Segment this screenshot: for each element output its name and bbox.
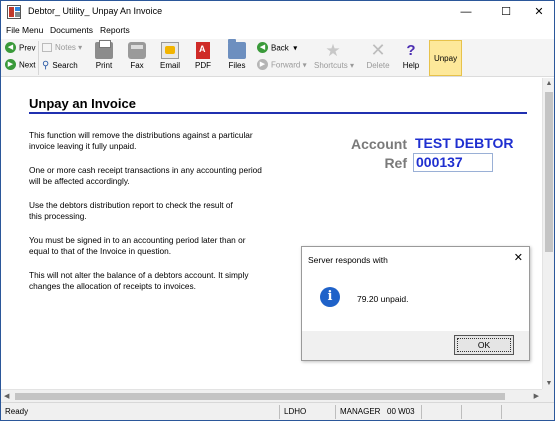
delete-label: Delete — [366, 61, 390, 70]
menu-file[interactable]: File Menu — [6, 25, 43, 35]
menu-reports[interactable]: Reports — [100, 25, 130, 35]
email-label: Email — [159, 61, 180, 70]
status-location: LDHO — [284, 407, 307, 416]
help-label: Help — [402, 61, 420, 70]
app-window: Debtor_ Utility_ Unpay An Invoice — ☐ ✕ … — [0, 0, 555, 421]
email-button[interactable]: Email — [155, 41, 185, 75]
arrow-left-icon: ◀ — [5, 42, 16, 53]
back-label: Back — [271, 43, 289, 53]
shortcuts-label: Shortcuts ▾ — [314, 61, 355, 70]
scroll-down-icon[interactable]: ▼ — [543, 380, 554, 387]
status-divider — [335, 405, 336, 419]
server-response-dialog: Server responds with ✕ i 79.20 unpaid. O… — [301, 246, 530, 361]
page-title: Unpay an Invoice — [29, 96, 136, 111]
ok-button[interactable]: OK — [454, 335, 514, 355]
status-divider — [501, 405, 502, 419]
print-label: Print — [95, 61, 113, 70]
close-button[interactable]: ✕ — [522, 1, 554, 23]
paragraph-3: Use the debtors distribution report to c… — [29, 200, 233, 221]
fax-button[interactable]: Fax — [122, 41, 152, 75]
horizontal-scroll-thumb[interactable] — [15, 393, 505, 400]
app-icon[interactable] — [7, 5, 21, 19]
account-field[interactable]: TEST DEBTOR — [413, 135, 526, 153]
delete-button[interactable]: ✕ Delete — [363, 41, 393, 75]
dialog-footer: OK — [302, 331, 529, 360]
notes-button[interactable]: Notes ▾ — [42, 43, 82, 57]
files-button[interactable]: Files — [222, 39, 252, 75]
paragraph-4: You must be signed in to an accounting p… — [29, 235, 246, 256]
arrow-right-icon: ▶ — [5, 59, 16, 70]
minimize-button[interactable]: — — [449, 1, 483, 23]
prev-button[interactable]: ◀ Prev — [5, 42, 36, 57]
star-icon: ★ — [325, 41, 341, 60]
ref-field[interactable]: 000137 — [413, 153, 493, 172]
prev-label: Prev — [19, 43, 36, 53]
notes-icon — [42, 43, 52, 53]
paragraph-2: One or more cash receipt transactions in… — [29, 165, 262, 186]
title-underline — [29, 112, 527, 114]
status-divider — [421, 405, 422, 419]
vertical-scrollbar[interactable]: ▲ ▼ — [542, 78, 554, 389]
dialog-close-button[interactable]: ✕ — [514, 251, 523, 264]
notes-label: Notes — [55, 43, 76, 52]
search-button[interactable]: ⚲ Search — [42, 60, 78, 74]
files-label: Files — [228, 61, 246, 70]
dialog-title: Server responds with — [308, 255, 388, 265]
status-divider — [279, 405, 280, 419]
pdf-button[interactable]: PDF — [188, 41, 218, 75]
search-label: Search — [52, 61, 78, 70]
ref-label: Ref — [384, 155, 407, 171]
next-button[interactable]: ▶ Next — [5, 59, 36, 74]
status-divider — [461, 405, 462, 419]
forward-arrow-icon: ▶ — [257, 59, 268, 70]
shortcuts-button[interactable]: ★ Shortcuts ▾ — [314, 41, 355, 75]
help-button[interactable]: ? Help — [396, 41, 426, 75]
status-user: MANAGER — [340, 407, 381, 416]
forward-label: Forward — [271, 60, 301, 70]
fax-label: Fax — [130, 61, 144, 70]
account-label: Account — [351, 136, 407, 152]
search-icon: ⚲ — [42, 60, 50, 71]
delete-icon: ✕ — [370, 40, 386, 60]
back-button[interactable]: ◀ Back ▾ — [257, 42, 297, 57]
dialog-message: 79.20 unpaid. — [357, 294, 409, 304]
horizontal-scrollbar[interactable]: ◀ ▶ — [1, 389, 542, 402]
scroll-up-icon[interactable]: ▲ — [543, 80, 554, 87]
next-label: Next — [19, 60, 36, 70]
paragraph-1: This function will remove the distributi… — [29, 130, 253, 151]
status-bar: Ready LDHO MANAGER 00 W03 — [1, 402, 554, 420]
print-button[interactable]: Print — [89, 40, 119, 75]
paragraph-5: This will not alter the balance of a deb… — [29, 270, 249, 291]
printer-icon — [95, 40, 113, 59]
info-icon: i — [320, 287, 340, 307]
back-arrow-icon: ◀ — [257, 42, 268, 53]
help-icon: ? — [406, 42, 416, 59]
pdf-icon — [196, 42, 210, 59]
pdf-label: PDF — [195, 61, 211, 70]
title-bar: Debtor_ Utility_ Unpay An Invoice — ☐ ✕ — [1, 1, 554, 23]
toolbar: ◀ Prev ▶ Next Notes ▾ ⚲ Search Print Fax Em… — [1, 39, 554, 77]
menu-bar: File Menu Documents Reports — [1, 23, 554, 39]
vertical-scroll-thumb[interactable] — [545, 92, 553, 252]
forward-button[interactable]: ▶ Forward ▾ — [257, 59, 307, 74]
window-title: Debtor_ Utility_ Unpay An Invoice — [28, 6, 163, 16]
dialog-body: i 79.20 unpaid. — [302, 271, 529, 331]
toolbar-separator — [38, 41, 39, 75]
unpay-button[interactable]: Unpay — [429, 40, 462, 76]
email-icon — [161, 42, 179, 59]
folder-icon — [228, 39, 246, 59]
maximize-button[interactable]: ☐ — [489, 1, 523, 23]
scrollbar-corner — [542, 389, 554, 402]
status-text: Ready — [5, 407, 29, 416]
fax-icon — [128, 42, 146, 59]
menu-documents[interactable]: Documents — [50, 25, 93, 35]
status-code: 00 W03 — [387, 407, 415, 416]
